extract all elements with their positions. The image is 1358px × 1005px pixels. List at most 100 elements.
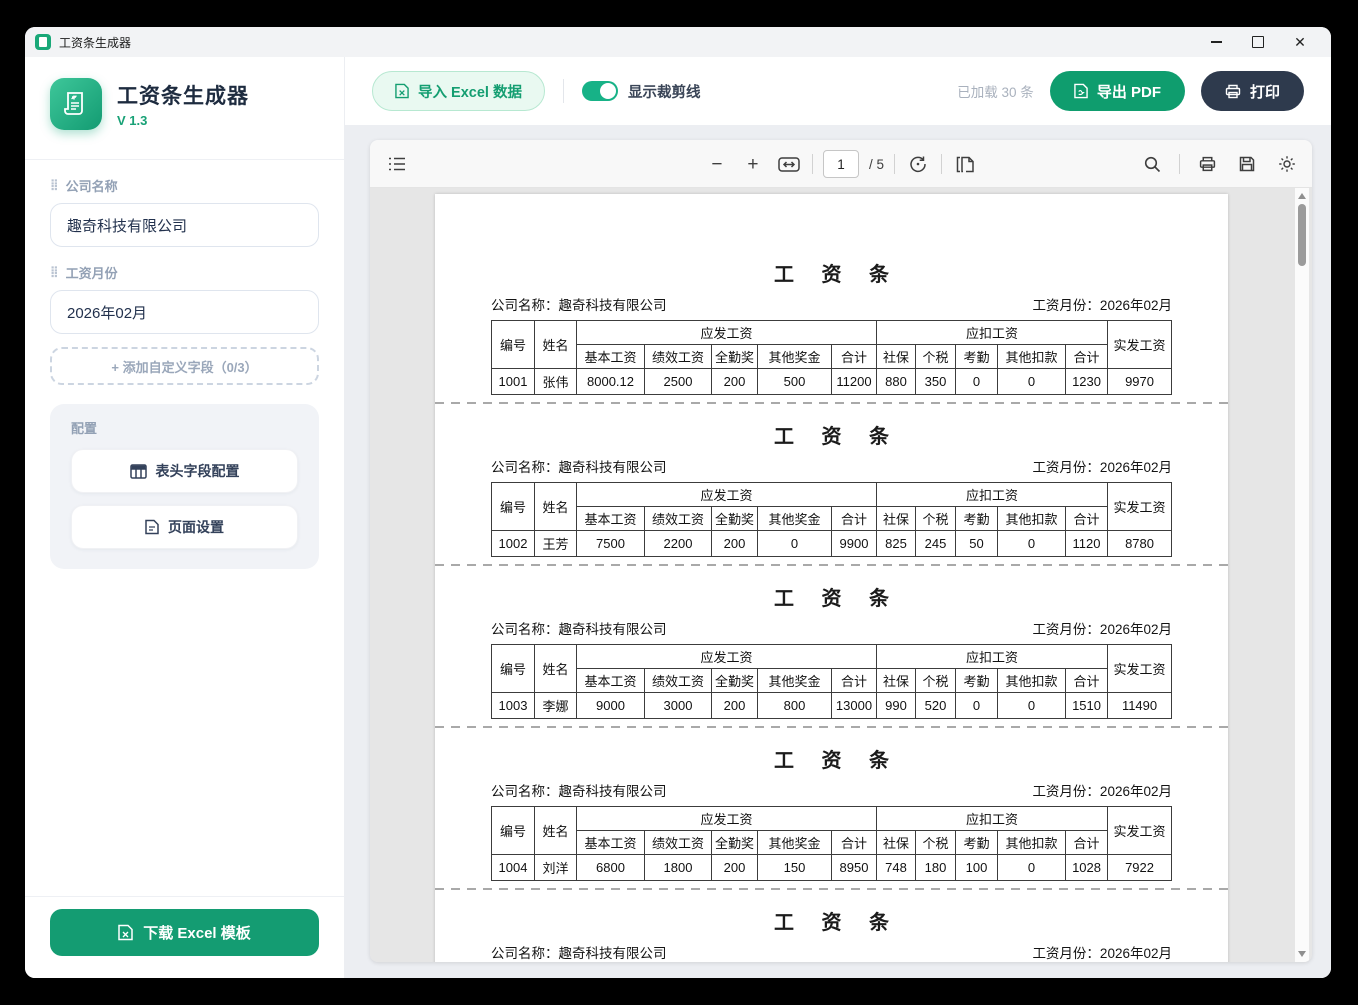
download-excel-template-button[interactable]: 下载 Excel 模板 (50, 909, 319, 956)
pdf-preview-area[interactable]: 工 资 条 公司名称：趣奇科技有限公司 工资月份：2026年02月 编号 姓名 … (370, 188, 1312, 962)
slip-cell: 1510 (1066, 693, 1108, 719)
close-button[interactable]: ✕ (1279, 27, 1321, 57)
save-icon[interactable] (1234, 151, 1260, 177)
header-group-pay: 应发工资 (577, 483, 877, 507)
data-row: 1003李娜9000300020080013000990520001510114… (492, 693, 1172, 719)
cut-line (435, 557, 1228, 573)
add-custom-field-button[interactable]: + 添加自定义字段（0/3） (50, 347, 319, 385)
app-icon (35, 34, 51, 50)
slip-cell: 1230 (1066, 369, 1108, 395)
slip-cell: 245 (916, 531, 956, 557)
subheader-cell: 其他奖金 (758, 507, 832, 531)
subheader-row: 基本工资绩效工资全勤奖其他奖金合计社保个税考勤其他扣款合计 (492, 345, 1172, 369)
slip-cell: 1001 (492, 369, 535, 395)
subheader-row: 基本工资绩效工资全勤奖其他奖金合计社保个税考勤其他扣款合计 (492, 507, 1172, 531)
header-fields-config-button[interactable]: 表头字段配置 (71, 449, 298, 493)
salary-month-input[interactable] (50, 290, 319, 334)
slip-title: 工 资 条 (491, 587, 1172, 611)
slip-month: 工资月份：2026年02月 (1032, 780, 1172, 800)
divider (812, 154, 813, 174)
zoom-in-icon[interactable]: + (740, 151, 766, 177)
data-row: 1002王芳750022002000990082524550011208780 (492, 531, 1172, 557)
page-settings-button[interactable]: 页面设置 (71, 505, 298, 549)
subheader-cell: 其他扣款 (998, 831, 1066, 855)
logo-row: 工资条生成器 V 1.3 (50, 78, 319, 130)
slip-cell: 825 (877, 531, 916, 557)
slip-cell: 1028 (1066, 855, 1108, 881)
drag-handle-icon: ⣿ (50, 267, 59, 278)
slip-cell: 7500 (577, 531, 645, 557)
zoom-out-icon[interactable]: − (704, 151, 730, 177)
slip-cell: 880 (877, 369, 916, 395)
maximize-button[interactable] (1237, 27, 1279, 57)
header-id: 编号 (492, 321, 535, 369)
settings-icon[interactable] (1274, 151, 1300, 177)
subheader-cell: 全勤奖 (712, 669, 758, 693)
salary-slip: 工 资 条 公司名称：趣奇科技有限公司 工资月份：2026年02月 编号 姓名 … (435, 411, 1228, 557)
slip-cell: 13000 (832, 693, 877, 719)
table-icon (130, 464, 147, 479)
subheader-cell: 绩效工资 (645, 831, 712, 855)
scroll-down-arrow[interactable] (1298, 951, 1306, 957)
subheader-cell: 基本工资 (577, 507, 645, 531)
slip-cell: 100 (956, 855, 998, 881)
slip-cell: 748 (877, 855, 916, 881)
slip-cell: 王芳 (535, 531, 577, 557)
slip-cell: 8000.12 (577, 369, 645, 395)
drag-handle-icon: ⣿ (50, 180, 59, 191)
show-cutline-toggle[interactable] (582, 81, 618, 101)
slip-month: 工资月份：2026年02月 (1032, 456, 1172, 476)
subheader-cell: 基本工资 (577, 345, 645, 369)
main-area: 导入 Excel 数据 显示裁剪线 已加载 30 条 导出 PDF (345, 57, 1331, 978)
minimize-button[interactable] (1195, 27, 1237, 57)
subheader-cell: 合计 (1066, 345, 1108, 369)
header-group-deduct: 应扣工资 (877, 807, 1108, 831)
slip-cell: 9900 (832, 531, 877, 557)
slip-cell: 李娜 (535, 693, 577, 719)
app-logo-icon (50, 78, 102, 130)
slip-cell: 8780 (1108, 531, 1172, 557)
company-name-input[interactable] (50, 203, 319, 247)
slip-cell: 8950 (832, 855, 877, 881)
subheader-cell: 考勤 (956, 669, 998, 693)
scroll-up-arrow[interactable] (1298, 193, 1306, 199)
slip-cell: 3000 (645, 693, 712, 719)
print-icon[interactable] (1194, 151, 1220, 177)
document-icon (145, 519, 159, 535)
rotate-icon[interactable] (905, 151, 931, 177)
toc-icon[interactable] (384, 151, 410, 177)
preview-scrollbar[interactable] (1295, 188, 1309, 962)
scrollbar-thumb[interactable] (1298, 204, 1306, 266)
slip-title: 工 资 条 (491, 911, 1172, 935)
fit-width-icon[interactable] (776, 151, 802, 177)
subheader-cell: 其他奖金 (758, 345, 832, 369)
slip-cell: 7922 (1108, 855, 1172, 881)
export-pdf-button[interactable]: 导出 PDF (1050, 71, 1185, 111)
subheader-cell: 全勤奖 (712, 507, 758, 531)
header-group-pay: 应发工资 (577, 321, 877, 345)
page-view-icon[interactable] (952, 151, 978, 177)
print-button[interactable]: 打印 (1201, 71, 1304, 111)
cutline-toggle-label: 显示裁剪线 (628, 81, 701, 102)
slip-cell: 0 (956, 369, 998, 395)
subheader-cell: 绩效工资 (645, 345, 712, 369)
page-total-text: / 5 (869, 157, 884, 172)
slip-cell: 9970 (1108, 369, 1172, 395)
excel-file-icon (395, 83, 409, 99)
slip-cell: 200 (712, 531, 758, 557)
top-toolbar: 导入 Excel 数据 显示裁剪线 已加载 30 条 导出 PDF (345, 57, 1331, 125)
slip-cell: 0 (998, 531, 1066, 557)
slip-cell: 1800 (645, 855, 712, 881)
search-icon[interactable] (1139, 151, 1165, 177)
import-excel-button[interactable]: 导入 Excel 数据 (372, 71, 545, 111)
slip-cell: 50 (956, 531, 998, 557)
header-net: 实发工资 (1108, 321, 1172, 369)
subheader-cell: 绩效工资 (645, 669, 712, 693)
page-number-input[interactable] (823, 150, 859, 178)
slip-cell: 刘洋 (535, 855, 577, 881)
slip-company: 公司名称：趣奇科技有限公司 (491, 456, 667, 476)
header-group-deduct: 应扣工资 (877, 483, 1108, 507)
header-id: 编号 (492, 807, 535, 855)
slip-company: 公司名称：趣奇科技有限公司 (491, 780, 667, 800)
salary-month-label: ⣿ 工资月份 (50, 263, 319, 282)
